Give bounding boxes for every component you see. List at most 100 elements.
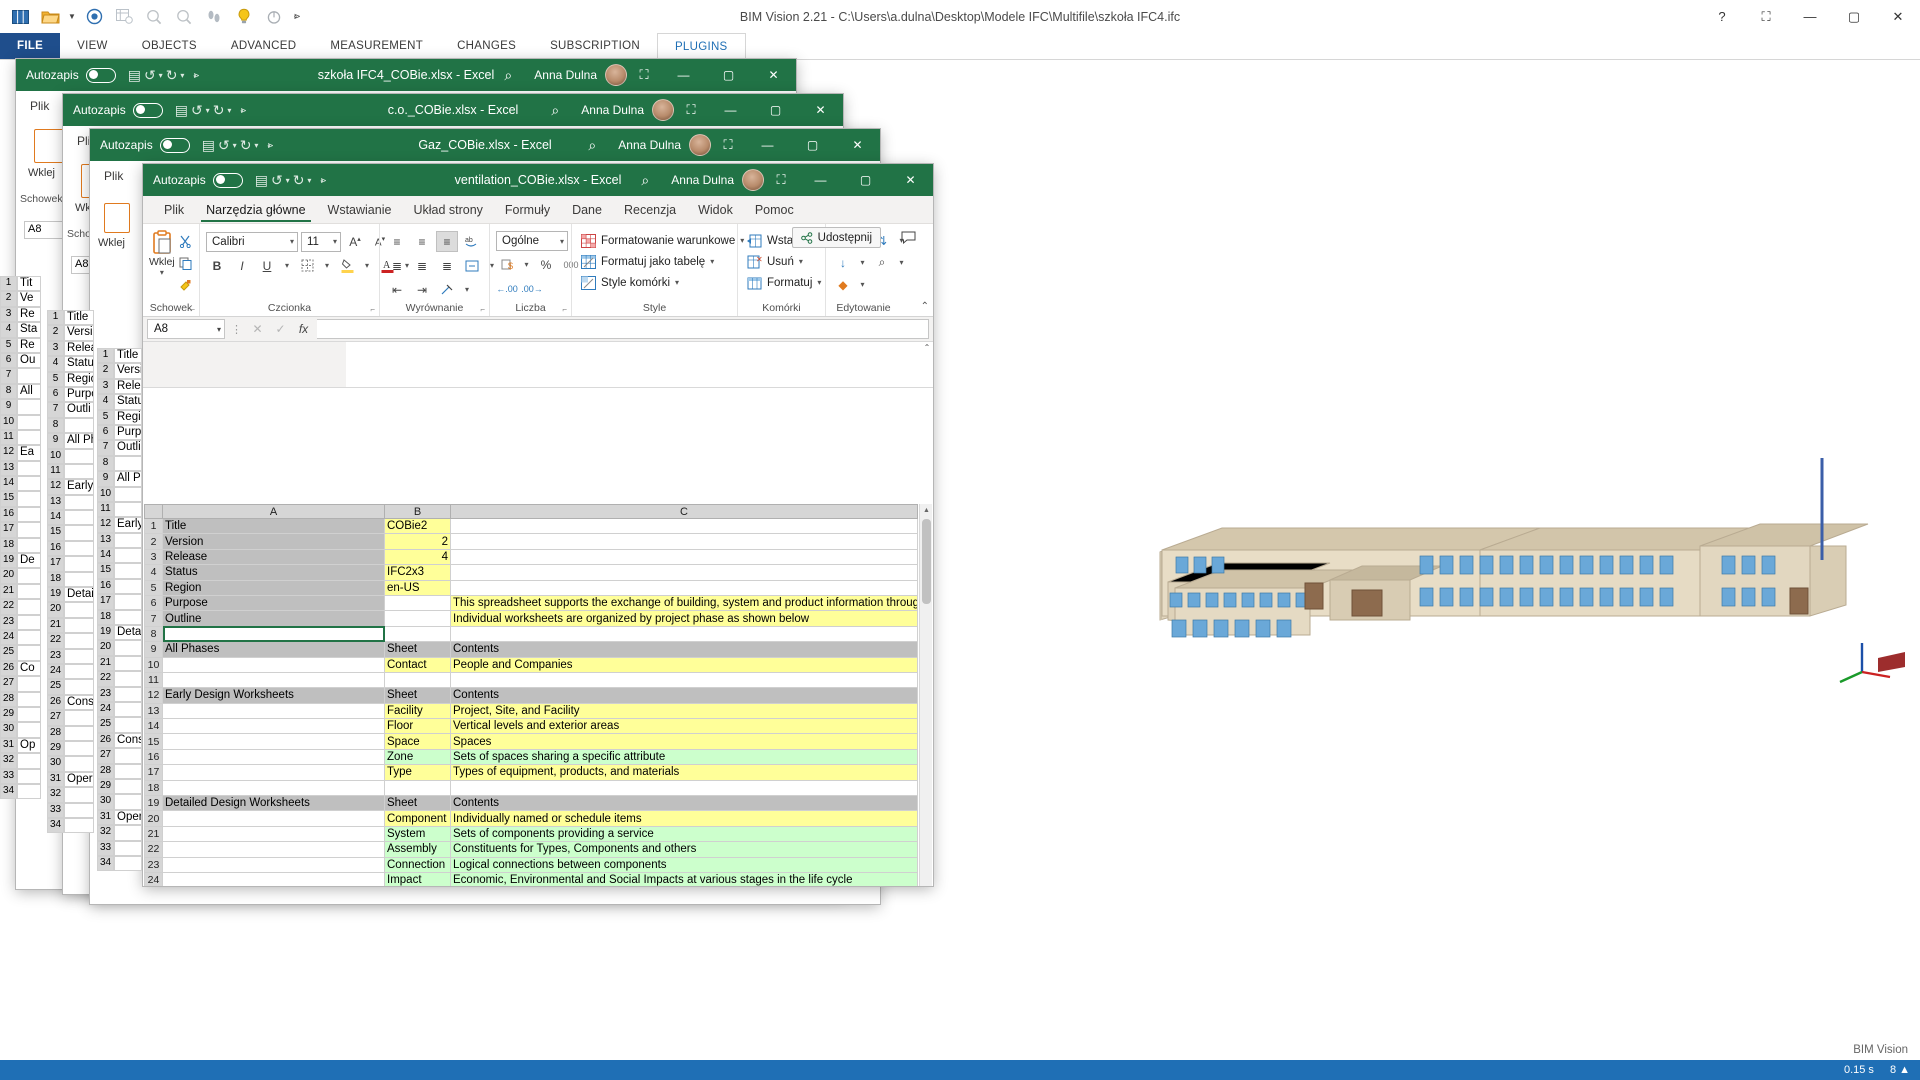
worksheet-grid[interactable]: A B C 1TitleCOBie22Version23Release44Sta… [144,504,932,886]
cell-b12[interactable]: Sheet [385,688,451,703]
cell-a17[interactable] [163,765,385,780]
copy-icon[interactable] [175,253,197,274]
qat-overflow-icon[interactable]: ⩺ [290,4,304,30]
tab-wstawianie[interactable]: Wstawianie [317,197,403,223]
accounting-dropdown-icon[interactable]: ▾ [521,254,532,275]
save-icon[interactable]: ▤ [175,102,188,119]
ribbon-display-options-button[interactable]: ⛶ [627,67,661,83]
undo-dropdown-icon[interactable]: ▾ [233,141,237,150]
cell-b19[interactable]: Sheet [385,796,451,811]
row-header[interactable]: 23 [145,857,163,872]
chevron-down-icon[interactable]: ▾ [329,237,337,246]
cell-b14[interactable]: Floor [385,719,451,734]
maximize-button[interactable]: ▢ [843,164,888,196]
cell-a15[interactable] [163,734,385,749]
row-header[interactable]: 6 [145,595,163,610]
number-format-combo[interactable]: Ogólne ▾ [496,231,568,251]
close-button[interactable]: ✕ [1876,0,1920,33]
cell-a1[interactable]: Title [163,519,385,534]
cell-b21[interactable]: System [385,826,451,841]
search-icon[interactable]: ⌕ [574,137,610,154]
cell-b20[interactable]: Component [385,811,451,826]
cell-c15[interactable]: Spaces [451,734,918,749]
row-header[interactable]: 11 [145,672,163,687]
font-family-combo[interactable]: Calibri ▾ [206,232,298,252]
undo-icon[interactable]: ↺ [144,67,156,84]
redo-dropdown-icon[interactable]: ▾ [180,71,184,80]
cell-b1[interactable]: COBie2 [385,519,451,534]
qat-customize-icon[interactable]: ⩺ [187,70,199,81]
autosave-toggle[interactable]: Autozapis [73,103,163,118]
maximize-button[interactable]: ▢ [753,94,798,126]
paste-icon[interactable] [34,129,64,163]
cell-c18[interactable] [451,780,918,795]
cell-a13[interactable] [163,703,385,718]
cell-a18[interactable] [163,780,385,795]
avatar[interactable] [742,169,764,191]
ribbon-display-options-button[interactable]: ⛶ [764,172,798,188]
cell-a2[interactable]: Version [163,534,385,549]
cancel-icon[interactable]: ✕ [248,322,267,336]
cell-c12[interactable]: Contents [451,688,918,703]
row-header[interactable]: 18 [145,780,163,795]
conditional-formatting-button[interactable]: Formatowanie warunkowe ▾ [578,230,747,251]
table-row[interactable]: 24ImpactEconomic, Environmental and Soci… [145,872,918,886]
qat-customize-icon[interactable]: ⩺ [234,105,246,116]
cell-c17[interactable]: Types of equipment, products, and materi… [451,765,918,780]
cell-a5[interactable]: Region [163,580,385,595]
cell-b6[interactable] [385,595,451,610]
col-header-b[interactable]: B [385,505,451,519]
table-row[interactable]: 16ZoneSets of spaces sharing a specific … [145,749,918,764]
table-row[interactable]: 10ContactPeople and Companies [145,657,918,672]
cell-a19[interactable]: Detailed Design Worksheets [163,796,385,811]
cell-a16[interactable] [163,749,385,764]
tab-uklad-strony[interactable]: Układ strony [402,197,493,223]
row-header[interactable]: 20 [145,811,163,826]
rotate-icon[interactable] [260,4,288,30]
tab-narzedzia-glowne[interactable]: Narzędzia główne [195,197,316,223]
table-row[interactable]: 5Regionen-US [145,580,918,595]
select-all-corner[interactable] [145,505,163,519]
cell-a24[interactable] [163,872,385,886]
undo-icon[interactable]: ↺ [218,137,230,154]
cut-icon[interactable] [175,231,197,252]
autosave-switch[interactable] [86,68,116,83]
clear-dropdown-icon[interactable]: ▾ [857,274,868,295]
cell-c5[interactable] [451,580,918,595]
undo-icon[interactable]: ↺ [191,102,203,119]
cell-b16[interactable]: Zone [385,749,451,764]
chevron-down-icon[interactable]: ▾ [799,257,803,266]
cell-c9[interactable]: Contents [451,642,918,657]
insert-function-icon[interactable]: fx [294,322,313,336]
align-left-icon[interactable]: ≣ [386,255,408,276]
autosave-switch[interactable] [133,103,163,118]
minimize-button[interactable]: — [708,94,753,126]
autosave-toggle[interactable]: Autozapis [153,173,243,188]
cell-a12[interactable]: Early Design Worksheets [163,688,385,703]
close-button[interactable]: ✕ [888,164,933,196]
row-header[interactable]: 1 [145,519,163,534]
minimize-button[interactable]: — [798,164,843,196]
row-header[interactable]: 17 [145,765,163,780]
cell-a20[interactable] [163,811,385,826]
cell-a23[interactable] [163,857,385,872]
table-row[interactable]: 22AssemblyConstituents for Types, Compon… [145,842,918,857]
cell-a9[interactable]: All Phases [163,642,385,657]
cell-b8[interactable] [385,626,451,641]
share-button[interactable]: Udostępnij [792,227,881,248]
redo-dropdown-icon[interactable]: ▾ [307,176,311,185]
percent-style-icon[interactable]: % [535,254,557,275]
magnifier-plus-icon[interactable] [170,4,198,30]
maximize-button[interactable]: ▢ [706,59,751,91]
row-header[interactable]: 15 [145,734,163,749]
row-header[interactable]: 24 [145,872,163,886]
fill-color-dropdown-icon[interactable]: ▾ [361,255,373,276]
undo-dropdown-icon[interactable]: ▾ [206,106,210,115]
table-row[interactable]: 6PurposeThis spreadsheet supports the ex… [145,595,918,610]
cell-a8[interactable] [163,626,385,641]
cell-c19[interactable]: Contents [451,796,918,811]
account-name[interactable]: Anna Dulna [526,68,605,82]
autosave-switch[interactable] [213,173,243,188]
cell-a4[interactable]: Status [163,565,385,580]
accept-icon[interactable]: ✓ [271,322,290,336]
